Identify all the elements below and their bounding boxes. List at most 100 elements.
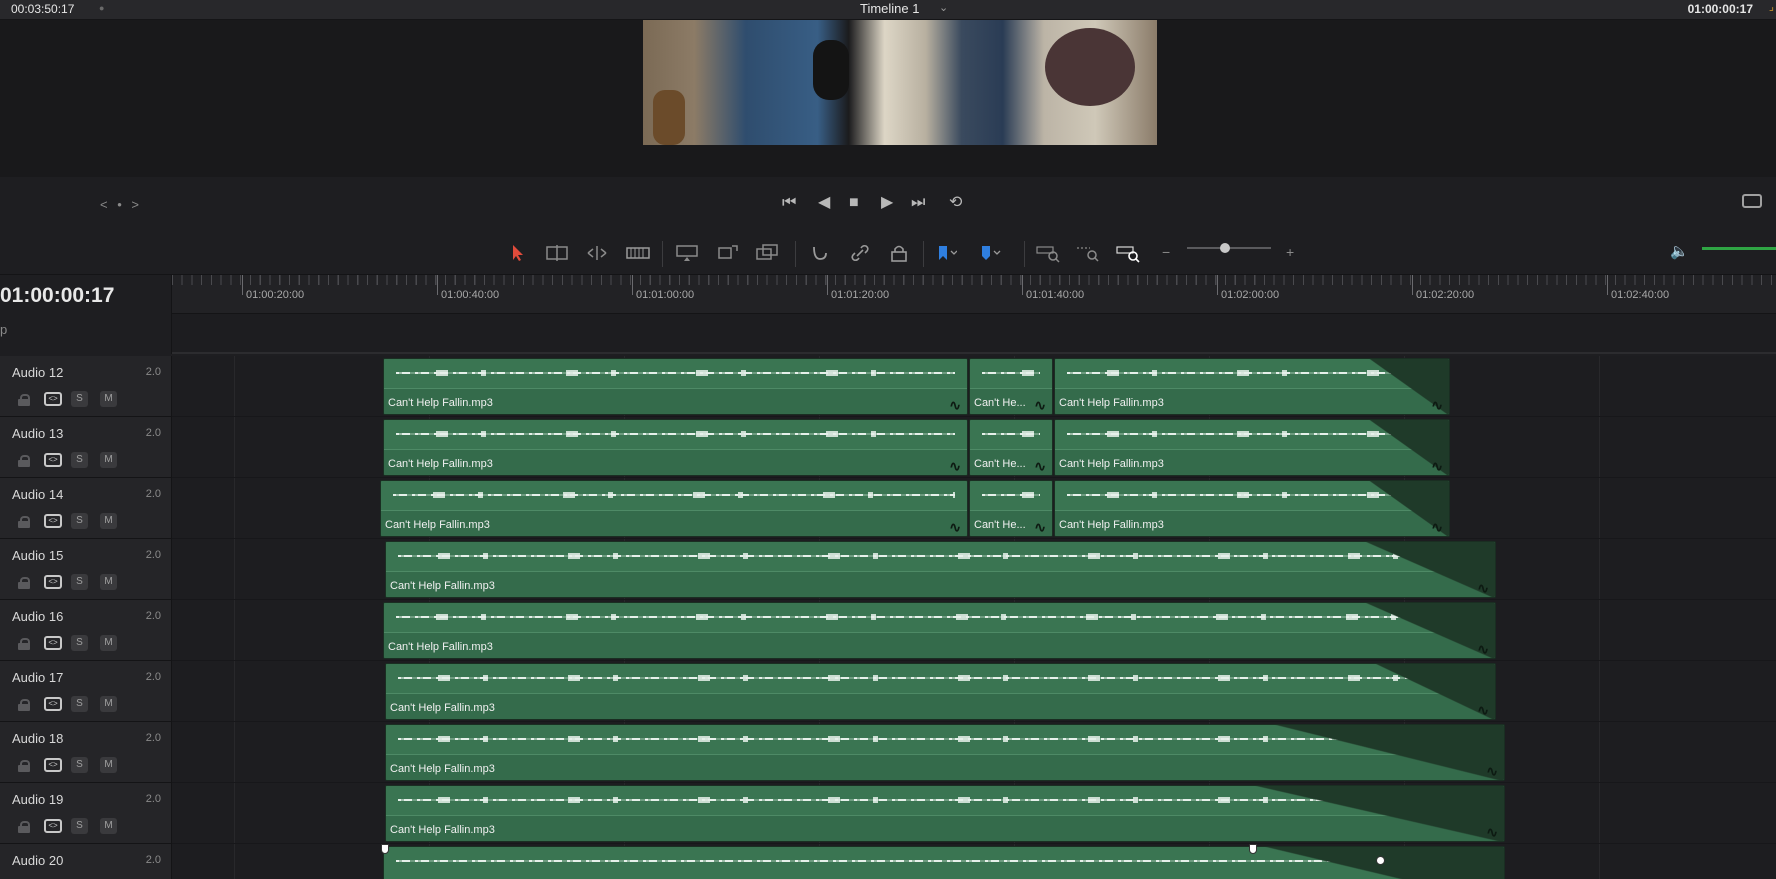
track-name[interactable]: Audio 12 [12, 365, 63, 380]
track-lane[interactable] [172, 844, 1776, 879]
dynamic-trim-icon[interactable] [585, 243, 609, 263]
curve-icon[interactable]: ∿ [1477, 702, 1489, 719]
curve-icon[interactable]: ∿ [949, 458, 961, 475]
auto-select-icon[interactable]: <> [44, 819, 62, 833]
curve-icon[interactable]: ∿ [1486, 824, 1498, 841]
track-header[interactable]: Audio 19 2.0 <> S M [0, 783, 172, 844]
auto-select-icon[interactable]: <> [44, 697, 62, 711]
track-lane[interactable]: Can't Help Fallin.mp3 ∿ Can't He... ∿ Can't … [172, 478, 1776, 539]
audio-clip[interactable]: Can't Help Fallin.mp3 ∿ [1054, 358, 1450, 415]
keyframe-dot[interactable] [1376, 856, 1385, 865]
track-header[interactable]: Audio 18 2.0 <> S M [0, 722, 172, 783]
track-header[interactable]: Audio 17 2.0 <> S M [0, 661, 172, 722]
replace-clip-icon[interactable] [716, 243, 740, 263]
audio-clip[interactable]: Can't Help Fallin.mp3 ∿ [385, 541, 1496, 598]
linked-selection-icon[interactable] [848, 243, 872, 263]
mute-button[interactable]: M [100, 635, 117, 651]
zoom-in-button[interactable]: + [1286, 243, 1294, 261]
zoom-custom-icon[interactable] [1116, 243, 1140, 263]
solo-button[interactable]: S [71, 635, 88, 651]
zoom-out-button[interactable]: − [1162, 243, 1170, 261]
solo-button[interactable]: S [71, 757, 88, 773]
track-header[interactable]: Audio 15 2.0 <> S M [0, 539, 172, 600]
lock-icon[interactable] [18, 699, 30, 711]
stop-icon[interactable]: ■ [849, 194, 859, 212]
lock-icon[interactable] [18, 394, 30, 406]
track-lane[interactable]: Can't Help Fallin.mp3 ∿ Can't He... ∿ Can't … [172, 417, 1776, 478]
track-header[interactable]: Audio 14 2.0 <> S M [0, 478, 172, 539]
lock-icon[interactable] [18, 516, 30, 528]
clip-navigation[interactable]: < • > [100, 197, 142, 212]
audio-clip[interactable] [383, 846, 1505, 879]
fade-handle[interactable] [1249, 844, 1257, 854]
flag-icon[interactable] [933, 243, 958, 263]
chevron-down-icon[interactable]: ⌄ [939, 1, 948, 14]
trim-edit-icon[interactable] [545, 243, 569, 263]
mute-button[interactable]: M [100, 513, 117, 529]
audio-clip[interactable]: Can't He... ∿ [969, 480, 1053, 537]
blade-icon[interactable] [626, 243, 650, 263]
track-name[interactable]: Audio 17 [12, 670, 63, 685]
marker-icon[interactable] [977, 243, 1001, 263]
audio-clip[interactable]: Can't He... ∿ [969, 419, 1053, 476]
overwrite-clip-icon[interactable] [675, 243, 699, 263]
solo-button[interactable]: S [71, 513, 88, 529]
lock-icon[interactable] [18, 455, 30, 467]
fade-out[interactable] [1254, 786, 1504, 841]
mute-button[interactable]: M [100, 696, 117, 712]
curve-icon[interactable]: ∿ [949, 519, 961, 536]
track-header[interactable]: Audio 12 2.0 <> S M [0, 356, 172, 417]
audio-clip[interactable]: Can't Help Fallin.mp3 ∿ [385, 724, 1505, 781]
track-name[interactable]: Audio 20 [12, 853, 63, 868]
curve-icon[interactable]: ∿ [1034, 397, 1046, 414]
solo-button[interactable]: S [71, 452, 88, 468]
audio-clip[interactable]: Can't Help Fallin.mp3 ∿ [1054, 419, 1450, 476]
mute-button[interactable]: M [100, 757, 117, 773]
track-name[interactable]: Audio 13 [12, 426, 63, 441]
mute-button[interactable]: M [100, 452, 117, 468]
snapping-icon[interactable] [808, 243, 832, 263]
track-lane[interactable]: Can't Help Fallin.mp3 ∿ [172, 722, 1776, 783]
play-icon[interactable]: ▶ [881, 194, 893, 212]
track-name[interactable]: Audio 18 [12, 731, 63, 746]
auto-select-icon[interactable]: <> [44, 758, 62, 772]
lock-icon[interactable] [18, 760, 30, 772]
position-lock-icon[interactable] [887, 243, 911, 263]
mute-button[interactable]: M [100, 574, 117, 590]
zoom-full-icon[interactable] [1036, 243, 1060, 263]
lock-icon[interactable] [18, 821, 30, 833]
skip-to-end-icon[interactable]: ⏭ [911, 194, 925, 212]
audio-clip[interactable]: Can't Help Fallin.mp3 ∿ [383, 602, 1496, 659]
curve-icon[interactable]: ∿ [1431, 397, 1443, 414]
fade-out[interactable] [1365, 603, 1495, 658]
zoom-slider-handle[interactable] [1219, 243, 1230, 253]
volume-meter[interactable] [1702, 247, 1776, 250]
track-lane[interactable]: Can't Help Fallin.mp3 ∿ [172, 600, 1776, 661]
curve-icon[interactable]: ∿ [949, 397, 961, 414]
auto-select-icon[interactable]: <> [44, 636, 62, 650]
curve-icon[interactable]: ∿ [1431, 458, 1443, 475]
track-lane[interactable]: Can't Help Fallin.mp3 ∿ [172, 539, 1776, 600]
track-header[interactable]: Audio 13 2.0 <> S M [0, 417, 172, 478]
audio-clip[interactable]: Can't Help Fallin.mp3 ∿ [383, 358, 968, 415]
fullscreen-icon[interactable] [1742, 194, 1762, 208]
place-on-top-icon[interactable] [755, 243, 779, 263]
solo-button[interactable]: S [71, 391, 88, 407]
track-name[interactable]: Audio 16 [12, 609, 63, 624]
curve-icon[interactable]: ∿ [1486, 763, 1498, 780]
zoom-detail-icon[interactable] [1076, 243, 1100, 263]
audio-clip[interactable]: Can't Help Fallin.mp3 ∿ [385, 785, 1505, 842]
solo-button[interactable]: S [71, 696, 88, 712]
loop-icon[interactable]: ⟲ [949, 194, 962, 212]
lock-icon[interactable] [18, 638, 30, 650]
auto-select-icon[interactable]: <> [44, 575, 62, 589]
video-preview[interactable] [643, 20, 1157, 145]
timeline-ruler[interactable]: 01:00:20:00 01:00:40:00 01:01:00:00 01:01:2… [172, 275, 1776, 314]
selection-arrow-icon[interactable] [506, 243, 530, 263]
curve-icon[interactable]: ∿ [1034, 519, 1046, 536]
expand-icon[interactable]: ⌟ [1769, 0, 1774, 13]
fade-out[interactable] [1365, 542, 1495, 597]
current-timecode[interactable]: 01:00:00:17 [0, 284, 114, 308]
track-name[interactable]: Audio 19 [12, 792, 63, 807]
curve-icon[interactable]: ∿ [1477, 641, 1489, 658]
